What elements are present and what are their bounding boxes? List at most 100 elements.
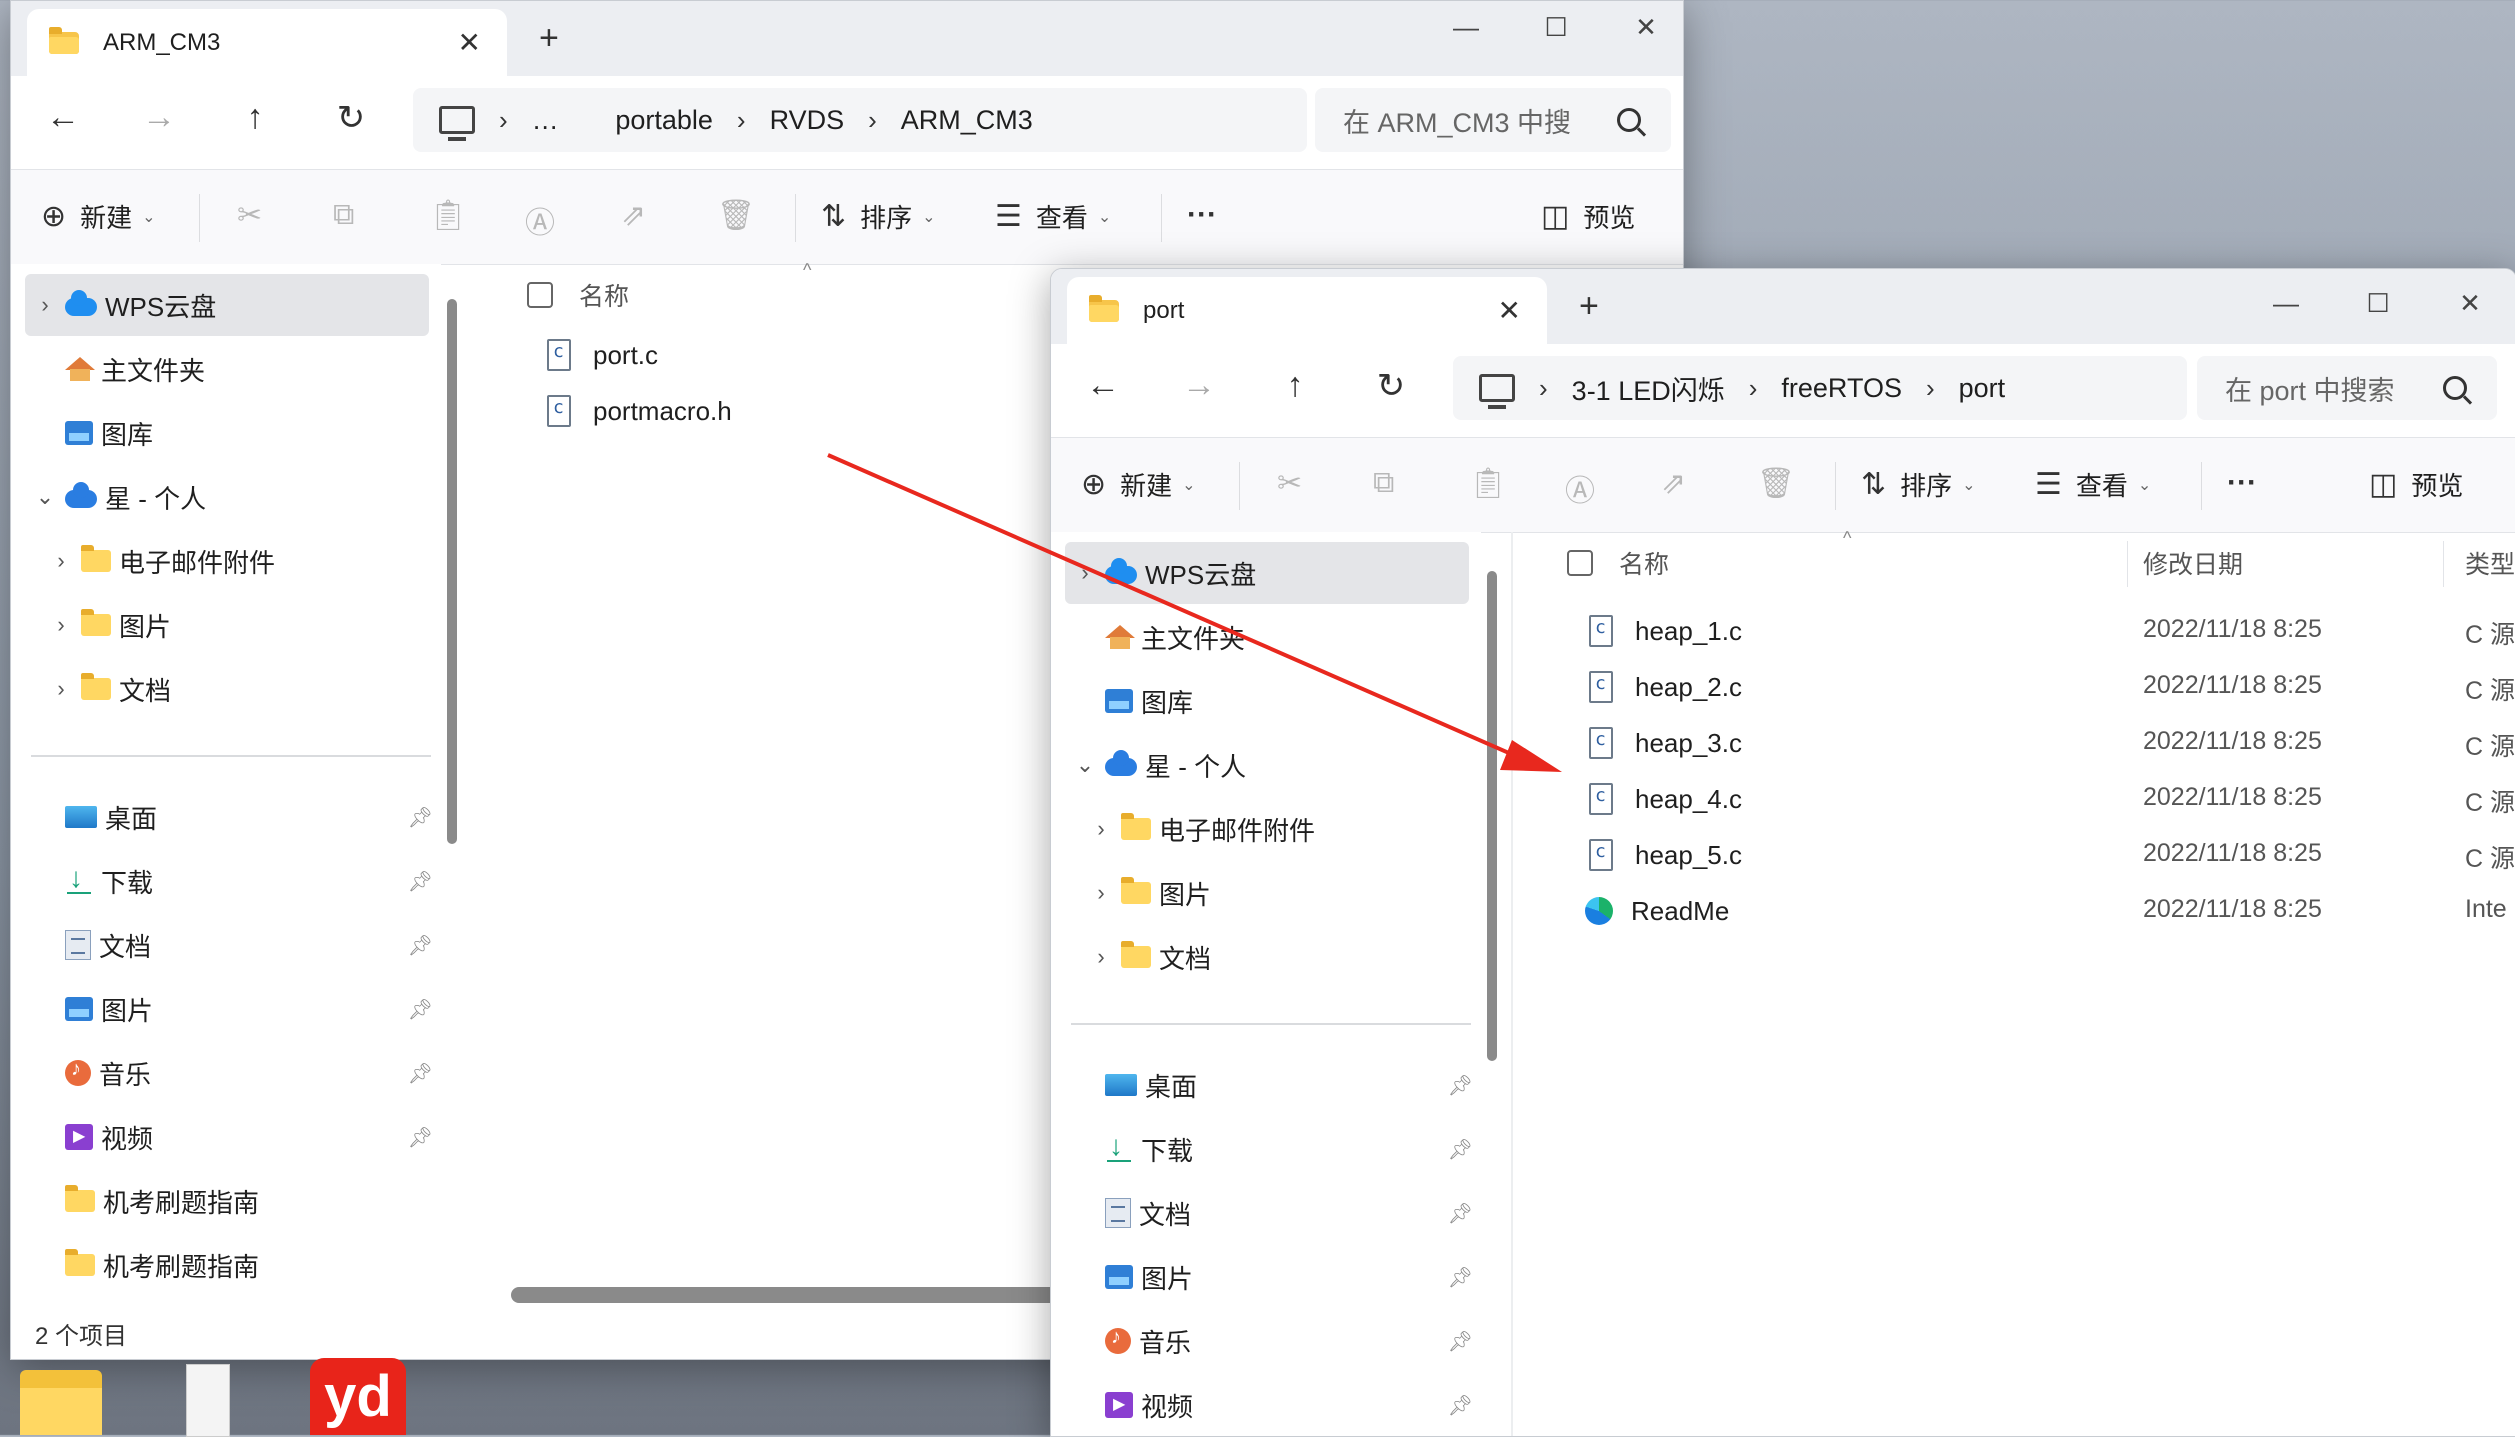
file-row[interactable]: heap_5.c (1589, 827, 1742, 883)
column-header-name[interactable]: 名称 ^ (527, 260, 1127, 326)
sidebar-item-home[interactable]: 主文件夹 (25, 338, 429, 400)
maximize-button[interactable]: ☐ (1511, 1, 1601, 53)
pin-icon[interactable]: 📌︎ (1448, 1201, 1473, 1226)
back-button[interactable]: ← (1075, 366, 1131, 405)
sidebar-item-documents[interactable]: 文档 📌︎ (1065, 1182, 1483, 1244)
tab-arm-cm3[interactable]: ARM_CM3 ✕ (27, 9, 507, 76)
search-box[interactable]: 在 ARM_CM3 中搜 (1315, 88, 1671, 152)
refresh-button[interactable]: ↻ (323, 98, 379, 138)
sidebar-item-documents-cloud[interactable]: › 文档 (41, 658, 445, 720)
sidebar-item-videos[interactable]: 视频 📌︎ (1065, 1374, 1483, 1436)
copy-button[interactable]: ⧉ (333, 198, 368, 232)
sidebar-item-downloads[interactable]: 下载 📌︎ (25, 850, 443, 912)
pin-icon[interactable]: 📌︎ (1448, 1265, 1473, 1290)
cut-button[interactable]: ✂ (237, 198, 276, 233)
sidebar-scrollbar[interactable] (1487, 571, 1497, 1061)
close-window-button[interactable]: ✕ (1601, 1, 1683, 53)
view-button[interactable]: ☰ 查看 ⌄ (995, 198, 1111, 235)
pin-icon[interactable]: 📌︎ (1448, 1393, 1473, 1418)
column-header-name[interactable]: 名称 ^ (1567, 528, 2127, 594)
sidebar-item-music[interactable]: 音乐 📌︎ (25, 1042, 443, 1104)
file-row[interactable]: port.c (547, 327, 658, 383)
sidebar-item-email-attachments[interactable]: › 电子邮件附件 (1081, 798, 1485, 860)
breadcrumb-portable[interactable]: portable (615, 105, 713, 136)
new-tab-button[interactable]: + (1579, 287, 1599, 326)
sidebar-item-videos[interactable]: 视频 📌︎ (25, 1106, 443, 1168)
sidebar-item-documents[interactable]: 文档 📌︎ (25, 914, 443, 976)
sidebar-item-gallery[interactable]: 图库 (1065, 670, 1469, 732)
pin-icon[interactable]: 📌︎ (1448, 1073, 1473, 1098)
column-header-type[interactable]: 类型 (2465, 532, 2515, 594)
sidebar-item-exam-guide-2[interactable]: 机考刷题指南 (25, 1234, 443, 1296)
pin-icon[interactable]: 📌︎ (1448, 1137, 1473, 1162)
breadcrumb-rvds[interactable]: RVDS (770, 105, 845, 136)
pin-icon[interactable]: 📌︎ (408, 997, 433, 1022)
up-button[interactable]: ↑ (1267, 366, 1323, 405)
tab-port[interactable]: port ✕ (1067, 277, 1547, 344)
sidebar-item-desktop[interactable]: 桌面 📌︎ (25, 786, 443, 848)
close-window-button[interactable]: ✕ (2425, 277, 2515, 329)
sidebar-item-wps-cloud[interactable]: › WPS云盘 (25, 274, 429, 336)
select-all-checkbox[interactable] (527, 282, 553, 308)
tab-close-button[interactable]: ✕ (1498, 294, 1521, 327)
sidebar-item-wps-cloud[interactable]: › WPS云盘 (1065, 542, 1469, 604)
breadcrumb-arm-cm3[interactable]: ARM_CM3 (901, 105, 1033, 136)
sort-button[interactable]: ⇅ 排序 ⌄ (1861, 466, 1976, 503)
breadcrumb-port[interactable]: port (1959, 373, 2006, 404)
maximize-button[interactable]: ☐ (2333, 277, 2423, 329)
pin-icon[interactable]: 📌︎ (1448, 1329, 1473, 1354)
copy-button[interactable]: ⧉ (1373, 466, 1408, 500)
new-button[interactable]: ⊕ 新建 ⌄ (41, 198, 156, 235)
sidebar-item-email-attachments[interactable]: › 电子邮件附件 (41, 530, 445, 592)
file-row[interactable]: heap_1.c (1589, 603, 1742, 659)
breadcrumb-freertos[interactable]: freeRTOS (1781, 373, 1902, 404)
file-explorer-taskbar-icon[interactable] (20, 1370, 102, 1435)
share-button[interactable]: ⇗ (621, 198, 660, 233)
search-input[interactable]: 在 port 中搜索 (2225, 369, 2443, 408)
pin-icon[interactable]: 📌︎ (408, 805, 433, 830)
breadcrumb-led[interactable]: 3-1 LED闪烁 (1572, 369, 1725, 408)
tab-close-button[interactable]: ✕ (458, 26, 481, 59)
youdao-taskbar-icon[interactable]: yd (310, 1358, 406, 1435)
pin-icon[interactable]: 📌︎ (408, 933, 433, 958)
search-input[interactable]: 在 ARM_CM3 中搜 (1343, 101, 1617, 140)
paste-button[interactable]: 📋︎ (1469, 466, 1521, 501)
file-row[interactable]: portmacro.h (547, 383, 732, 439)
file-row[interactable]: ReadMe (1585, 883, 1729, 939)
sidebar-item-documents-cloud[interactable]: › 文档 (1081, 926, 1485, 988)
share-button[interactable]: ⇗ (1661, 466, 1700, 501)
sidebar-item-downloads[interactable]: 下载 📌︎ (1065, 1118, 1483, 1180)
sidebar-item-pictures[interactable]: 图片 📌︎ (25, 978, 443, 1040)
sidebar-item-desktop[interactable]: 桌面 📌︎ (1065, 1054, 1483, 1116)
new-button[interactable]: ⊕ 新建 ⌄ (1081, 466, 1196, 503)
sidebar-item-music[interactable]: 音乐 📌︎ (1065, 1310, 1483, 1372)
horizontal-scrollbar[interactable] (511, 1287, 1071, 1303)
pin-icon[interactable]: 📌︎ (408, 1125, 433, 1150)
view-button[interactable]: ☰ 查看 ⌄ (2035, 466, 2151, 503)
more-options-button[interactable]: ··· (1187, 198, 1231, 232)
address-bar[interactable]: › 3-1 LED闪烁 › freeRTOS › port (1453, 356, 2187, 420)
forward-button[interactable]: → (1171, 366, 1227, 405)
file-row[interactable]: heap_2.c (1589, 659, 1742, 715)
preview-button[interactable]: ◫ 预览 (2369, 466, 2463, 503)
pin-icon[interactable]: 📌︎ (408, 1061, 433, 1086)
forward-button[interactable]: → (131, 98, 187, 137)
breadcrumb-overflow[interactable]: … (532, 105, 559, 136)
search-box[interactable]: 在 port 中搜索 (2197, 356, 2497, 420)
sidebar-item-pictures-cloud[interactable]: › 图片 (41, 594, 445, 656)
sort-button[interactable]: ⇅ 排序 ⌄ (821, 198, 936, 235)
more-options-button[interactable]: ··· (2227, 466, 2271, 500)
sidebar-item-gallery[interactable]: 图库 (25, 402, 429, 464)
document-thumbnail-icon[interactable] (186, 1364, 230, 1437)
delete-button[interactable]: 🗑︎ (1757, 466, 1809, 501)
sidebar-scrollbar[interactable] (447, 299, 457, 844)
minimize-button[interactable]: — (1421, 1, 1511, 53)
paste-button[interactable]: 📋︎ (429, 198, 481, 233)
rename-button[interactable]: Ⓐ (525, 198, 569, 242)
select-all-checkbox[interactable] (1567, 550, 1593, 576)
address-bar[interactable]: › … › portable › RVDS › ARM_CM3 (413, 88, 1307, 152)
sidebar-item-pictures-cloud[interactable]: › 图片 (1081, 862, 1485, 924)
pin-icon[interactable]: 📌︎ (408, 869, 433, 894)
sidebar-item-exam-guide[interactable]: 机考刷题指南 (25, 1170, 443, 1232)
sidebar-item-pictures[interactable]: 图片 📌︎ (1065, 1246, 1483, 1308)
